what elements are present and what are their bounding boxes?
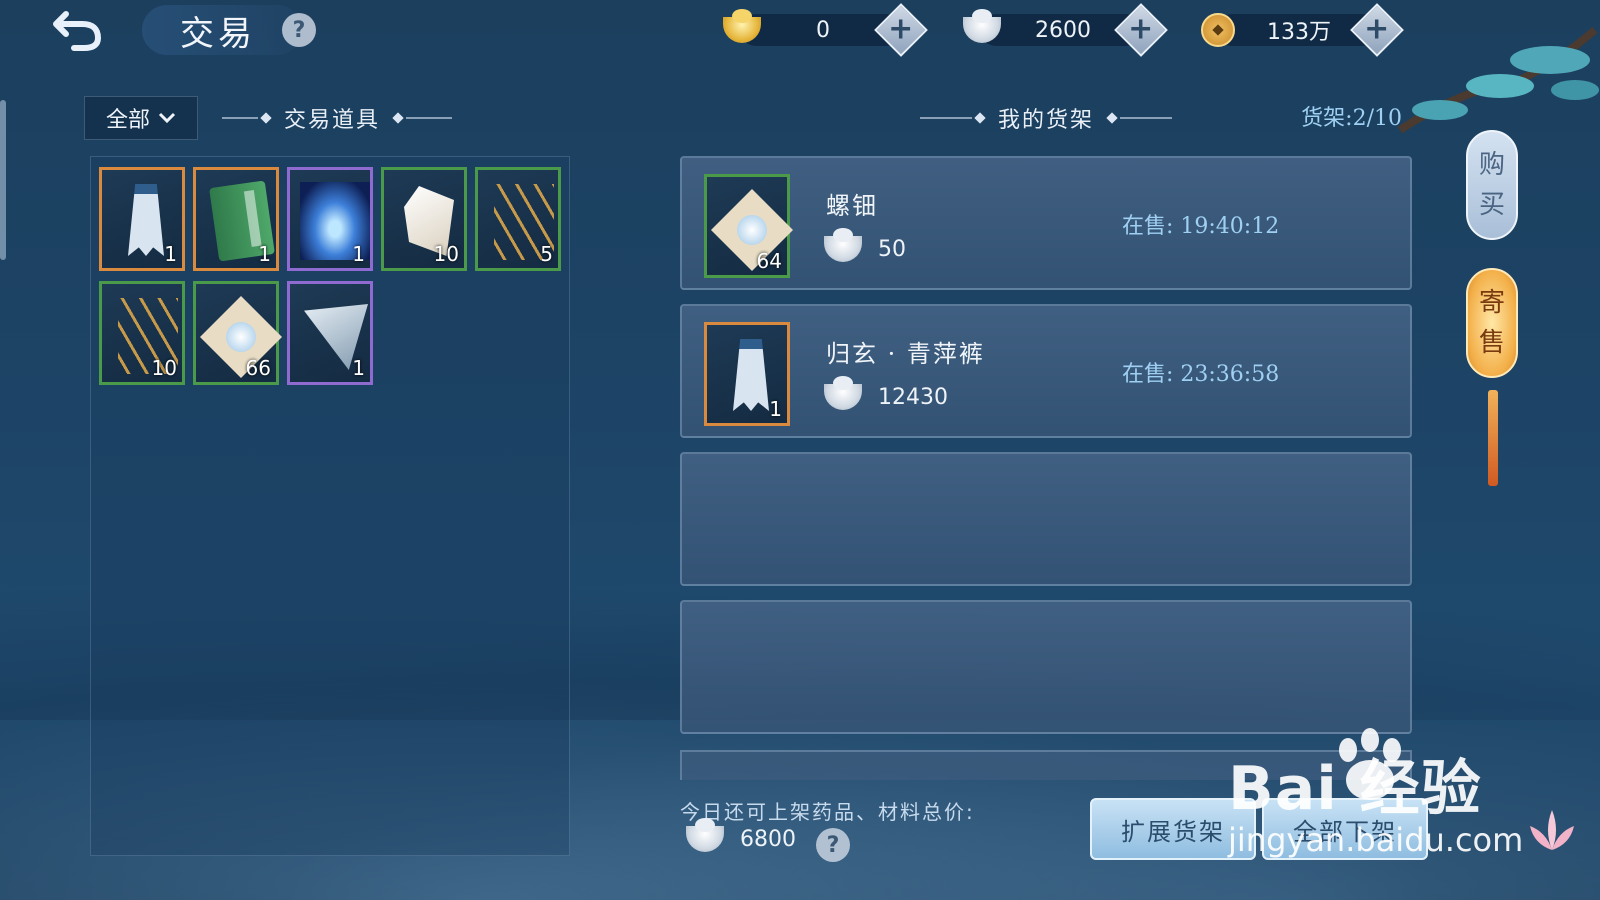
inventory-slot[interactable]: 10 — [381, 167, 467, 271]
silver-ingot-icon — [686, 818, 724, 852]
silver-ingot-icon — [824, 228, 862, 262]
inventory-slot[interactable]: 1 — [99, 167, 185, 271]
inventory-slot[interactable]: 1 — [287, 167, 373, 271]
pearl-shell-icon — [199, 294, 283, 379]
empty-shelf-slot[interactable] — [680, 600, 1412, 734]
shelf-count: 货架:2/10 — [1301, 106, 1402, 131]
item-quantity: 1 — [164, 242, 177, 266]
chevron-down-icon — [158, 112, 176, 124]
page-title: 交易 — [142, 5, 302, 55]
help-button[interactable]: ? — [282, 13, 316, 47]
item-quantity: 1 — [258, 242, 271, 266]
cloth-icon — [392, 180, 456, 256]
title-ornament — [222, 112, 272, 124]
watermark-url: jingyan.baidu.com — [1228, 821, 1524, 859]
shelf-section-title: 我的货架 — [920, 102, 1173, 134]
quota-amount: 6800 — [740, 826, 796, 852]
inventory-section-title: 交易道具 — [222, 102, 453, 134]
item-quantity: 64 — [756, 249, 782, 273]
item-quantity: 1 — [352, 356, 365, 380]
book-icon — [204, 180, 275, 262]
price-value: 12430 — [878, 384, 948, 410]
add-copper-button[interactable]: + — [1350, 3, 1404, 57]
listing-name: 螺钿 — [826, 192, 878, 220]
shelf-listing[interactable]: 1 归玄 · 青萍裤 12430 在售: 23:36:58 — [680, 304, 1412, 438]
item-quantity: 1 — [769, 397, 782, 421]
listing-price: 12430 — [824, 376, 948, 410]
scroll-edge — [0, 100, 6, 260]
watermark-logo: Bai 经验 — [1228, 754, 1482, 824]
category-filter-dropdown[interactable]: 全部 — [84, 96, 198, 140]
title-ornament — [1106, 112, 1173, 124]
filter-label: 全部 — [105, 108, 150, 133]
copper-coin-icon — [1196, 8, 1240, 52]
silver-ingot-icon — [960, 8, 1004, 52]
item-quantity: 5 — [540, 242, 553, 266]
watermark: Bai 经验 jingyan.baidu.com — [1228, 740, 1523, 859]
inventory-slot[interactable]: 1 — [193, 167, 279, 271]
pine-tree-decoration — [1397, 26, 1599, 134]
item-quantity: 1 — [352, 242, 365, 266]
inventory-slot[interactable]: 5 — [475, 167, 561, 271]
lotus-icon — [1530, 810, 1574, 850]
listing-item-slot: 1 — [704, 322, 790, 426]
daily-quota-label: 今日还可上架药品、材料总价: — [680, 800, 975, 824]
gold-value: 0 — [816, 17, 830, 43]
silver-value: 2600 — [1035, 17, 1091, 43]
item-quantity: 10 — [433, 242, 459, 266]
tab-sell[interactable]: 寄 售 — [1466, 268, 1518, 378]
listing-price: 50 — [824, 228, 906, 262]
lantern-tassel — [1488, 390, 1498, 486]
inventory-panel: 1 1 1 10 5 10 66 1 — [90, 156, 570, 856]
shelf-listing[interactable]: 64 螺钿 50 在售: 19:40:12 — [680, 156, 1412, 290]
quota-help-button[interactable]: ? — [816, 828, 850, 862]
title-ornament — [392, 112, 453, 124]
trousers-icon — [715, 335, 779, 411]
silver-ingot-icon — [824, 376, 862, 410]
title-ornament — [920, 112, 986, 124]
price-value: 50 — [878, 236, 906, 262]
header: 交易 ? — [40, 0, 316, 60]
tab-buy-label: 买 — [1478, 190, 1505, 220]
inventory-slot[interactable]: 10 — [99, 281, 185, 385]
tab-buy-label: 购 — [1478, 150, 1505, 180]
blue-swirl-icon — [298, 180, 370, 260]
listing-item-slot: 64 — [704, 174, 794, 278]
item-quantity: 66 — [245, 356, 271, 380]
tab-sell-label: 寄 — [1478, 288, 1505, 318]
tab-buy[interactable]: 购 买 — [1466, 130, 1518, 240]
listing-name: 归玄 · 青萍裤 — [826, 340, 985, 368]
back-arrow-icon — [53, 11, 102, 51]
add-gold-button[interactable]: + — [874, 3, 928, 57]
inventory-slot[interactable]: 1 — [287, 281, 373, 385]
scarf-icon — [298, 294, 368, 370]
tab-sell-label: 售 — [1478, 328, 1505, 358]
currency-gold: 0 + — [720, 3, 928, 57]
currency-copper: 133万 + — [1196, 3, 1404, 57]
trousers-icon — [110, 180, 174, 256]
copper-value: 133万 — [1267, 20, 1331, 45]
shelf-title-text: 我的货架 — [998, 108, 1095, 133]
back-button[interactable] — [40, 4, 116, 56]
sticks-icon — [486, 180, 554, 260]
item-quantity: 10 — [151, 356, 177, 380]
gold-ingot-icon — [720, 8, 764, 52]
daily-quota-value: 6800 — [686, 818, 796, 852]
empty-shelf-slot[interactable] — [680, 452, 1412, 586]
currency-silver: 2600 + — [960, 3, 1168, 57]
sticks-icon — [110, 294, 178, 374]
listing-status: 在售: 19:40:12 — [1122, 214, 1280, 239]
inventory-slot[interactable]: 66 — [193, 281, 283, 385]
listing-status: 在售: 23:36:58 — [1122, 362, 1280, 387]
inventory-title-text: 交易道具 — [284, 108, 381, 133]
pearl-shell-icon — [710, 187, 794, 272]
add-silver-button[interactable]: + — [1114, 3, 1168, 57]
